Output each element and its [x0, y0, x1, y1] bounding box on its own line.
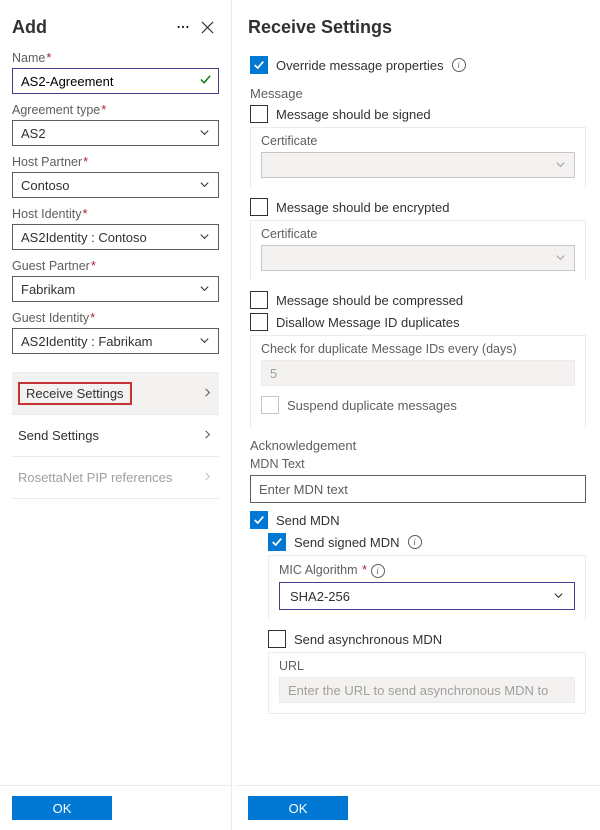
encrypted-label: Message should be encrypted — [276, 200, 449, 215]
chevron-down-icon — [199, 230, 210, 245]
send-async-mdn-label: Send asynchronous MDN — [294, 632, 442, 647]
info-icon[interactable]: i — [371, 564, 385, 578]
rosettanet-nav: RosettaNet PIP references — [12, 457, 219, 499]
chevron-right-icon — [202, 428, 213, 443]
mdn-text-input[interactable] — [250, 475, 586, 503]
guest-partner-value: Fabrikam — [21, 282, 75, 297]
more-icon[interactable] — [171, 15, 195, 39]
guest-partner-select[interactable]: Fabrikam — [12, 276, 219, 302]
mic-algorithm-select[interactable]: SHA2-256 — [279, 582, 575, 610]
disallow-dup-label: Disallow Message ID duplicates — [276, 315, 460, 330]
agreement-type-select[interactable]: AS2 — [12, 120, 219, 146]
guest-identity-label: Guest Identity* — [12, 310, 219, 325]
signed-cert-select — [261, 152, 575, 178]
mic-label: MIC Algorithm * i — [279, 562, 575, 578]
url-label: URL — [279, 659, 575, 673]
ok-button[interactable]: OK — [248, 796, 348, 820]
receive-settings-body: Override message properties i Message Me… — [236, 46, 600, 785]
chevron-down-icon — [199, 126, 210, 141]
disallow-dup-checkbox[interactable] — [250, 313, 268, 331]
mdn-text-label: MDN Text — [250, 457, 586, 471]
name-label: Name* — [12, 50, 219, 65]
host-partner-label: Host Partner* — [12, 154, 219, 169]
add-footer: OK — [0, 785, 231, 830]
receive-settings-header: Receive Settings — [236, 0, 600, 46]
receive-settings-label: Receive Settings — [18, 382, 132, 405]
host-partner-select[interactable]: Contoso — [12, 172, 219, 198]
host-partner-value: Contoso — [21, 178, 69, 193]
agreement-type-value: AS2 — [21, 126, 46, 141]
send-mdn-checkbox[interactable] — [250, 511, 268, 529]
suspend-dup-label: Suspend duplicate messages — [287, 398, 457, 413]
guest-identity-value: AS2Identity : Fabrikam — [21, 334, 153, 349]
add-panel-header: Add — [0, 0, 231, 46]
close-icon[interactable] — [195, 15, 219, 39]
chevron-down-icon — [555, 158, 566, 173]
chevron-right-icon — [202, 470, 213, 485]
add-panel-title: Add — [12, 17, 171, 38]
encrypted-cert-label: Certificate — [261, 227, 575, 241]
host-identity-value: AS2Identity : Contoso — [21, 230, 147, 245]
compressed-checkbox[interactable] — [250, 291, 268, 309]
encrypted-checkbox[interactable] — [250, 198, 268, 216]
chevron-down-icon — [199, 178, 210, 193]
add-form: Name* Agreement type* AS2 Host Partner* … — [0, 46, 231, 785]
guest-identity-select[interactable]: AS2Identity : Fabrikam — [12, 328, 219, 354]
info-icon[interactable]: i — [408, 535, 422, 549]
host-identity-label: Host Identity* — [12, 206, 219, 221]
guest-partner-label: Guest Partner* — [12, 258, 219, 273]
chevron-right-icon — [202, 386, 213, 401]
receive-settings-panel: Receive Settings Override message proper… — [232, 0, 600, 830]
suspend-dup-checkbox — [261, 396, 279, 414]
signed-label: Message should be signed — [276, 107, 431, 122]
override-checkbox[interactable] — [250, 56, 268, 74]
compressed-label: Message should be compressed — [276, 293, 463, 308]
receive-settings-title: Receive Settings — [248, 17, 588, 38]
name-input[interactable] — [12, 68, 219, 94]
signed-checkbox[interactable] — [250, 105, 268, 123]
rosettanet-label: RosettaNet PIP references — [18, 470, 172, 485]
send-signed-mdn-label: Send signed MDN — [294, 535, 400, 550]
send-signed-mdn-checkbox[interactable] — [268, 533, 286, 551]
send-settings-nav[interactable]: Send Settings — [12, 415, 219, 457]
send-settings-label: Send Settings — [18, 428, 99, 443]
message-section-label: Message — [250, 86, 586, 101]
agreement-type-label: Agreement type* — [12, 102, 219, 117]
host-identity-select[interactable]: AS2Identity : Contoso — [12, 224, 219, 250]
check-icon — [199, 73, 212, 89]
mic-value: SHA2-256 — [290, 589, 350, 604]
receive-footer: OK — [236, 785, 600, 830]
encrypted-cert-select — [261, 245, 575, 271]
chevron-down-icon — [199, 282, 210, 297]
chevron-down-icon — [199, 334, 210, 349]
signed-cert-label: Certificate — [261, 134, 575, 148]
ok-button[interactable]: OK — [12, 796, 112, 820]
chevron-down-icon — [553, 589, 564, 604]
send-mdn-label: Send MDN — [276, 513, 340, 528]
ack-section-label: Acknowledgement — [250, 438, 586, 453]
info-icon[interactable]: i — [452, 58, 466, 72]
async-url-input: Enter the URL to send asynchronous MDN t… — [279, 677, 575, 703]
send-async-mdn-checkbox[interactable] — [268, 630, 286, 648]
dup-days-input: 5 — [261, 360, 575, 386]
chevron-down-icon — [555, 251, 566, 266]
override-label: Override message properties — [276, 58, 444, 73]
settings-nav: Receive Settings Send Settings RosettaNe… — [12, 372, 219, 499]
add-panel: Add Name* Agreement type* AS2 — [0, 0, 232, 830]
dup-days-label: Check for duplicate Message IDs every (d… — [261, 342, 575, 356]
receive-settings-nav[interactable]: Receive Settings — [12, 373, 219, 415]
